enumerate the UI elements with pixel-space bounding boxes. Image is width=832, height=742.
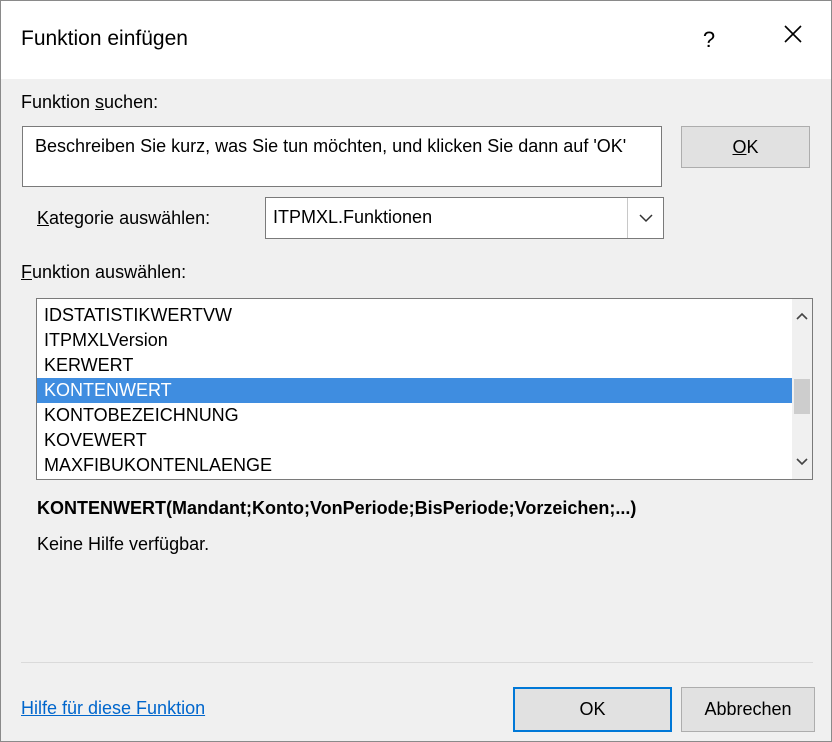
function-search-input[interactable]: Beschreiben Sie kurz, was Sie tun möchte… <box>22 126 662 187</box>
search-label-mnemonic: s <box>95 92 105 112</box>
chevron-down-icon <box>638 214 653 223</box>
title-bar: Funktion einfügen ? <box>1 1 831 79</box>
help-button[interactable]: ? <box>689 21 729 59</box>
chevron-down-icon <box>796 458 808 466</box>
function-list-label-mnemonic: F <box>21 262 32 282</box>
search-ok-rest: K <box>746 137 759 157</box>
category-label-mnemonic: K <box>37 208 50 228</box>
search-label-prefix: Funktion <box>21 92 96 112</box>
list-item-selected[interactable]: KONTENWERT <box>37 378 793 403</box>
search-label-suffix: uchen: <box>104 92 159 112</box>
close-icon <box>784 25 802 43</box>
function-listbox[interactable]: IDSTATISTIKWERTVW ITPMXLVersion KERWERT … <box>36 298 813 480</box>
category-dropdown-button[interactable] <box>627 198 663 238</box>
function-list-scrollbar[interactable] <box>792 299 812 479</box>
function-list-items: IDSTATISTIKWERTVW ITPMXLVersion KERWERT … <box>37 303 793 478</box>
category-selected-value: ITPMXL.Funktionen <box>273 207 433 227</box>
cancel-button[interactable]: Abbrechen <box>681 687 815 732</box>
search-ok-button[interactable]: OK <box>681 126 810 168</box>
list-item[interactable]: KERWERT <box>37 353 793 378</box>
chevron-up-icon <box>796 312 808 320</box>
close-button[interactable] <box>769 21 817 59</box>
list-item[interactable]: IDSTATISTIKWERTVW <box>37 303 793 328</box>
list-item[interactable]: KOVEWERT <box>37 428 793 453</box>
scroll-up-button[interactable] <box>792 299 812 333</box>
function-signature: KONTENWERT(Mandant;Konto;VonPeriode;BisP… <box>37 498 637 518</box>
category-select[interactable]: ITPMXL.Funktionen <box>265 197 664 239</box>
search-label: Funktion suchen: <box>21 92 158 113</box>
scroll-down-button[interactable] <box>792 445 812 479</box>
function-help-text: Keine Hilfe verfügbar. <box>37 534 210 554</box>
list-item[interactable]: KONTOBEZEICHNUNG <box>37 403 793 428</box>
category-label: Kategorie auswählen: <box>37 208 210 229</box>
function-list-label: Funktion auswählen: <box>21 262 186 283</box>
function-help-link[interactable]: Hilfe für diese Funktion <box>21 698 205 719</box>
category-label-rest: ategorie auswählen: <box>49 208 211 228</box>
list-item[interactable]: MAXFIBUKONTENLAENGE <box>37 453 793 478</box>
search-ok-mnemonic: O <box>732 137 747 157</box>
function-list-label-rest: unktion auswählen: <box>32 262 187 282</box>
scrollbar-thumb[interactable] <box>794 379 810 414</box>
insert-function-dialog: Funktion einfügen ? Funktion suchen: Bes… <box>0 0 832 742</box>
list-item[interactable]: ITPMXLVersion <box>37 328 793 353</box>
ok-button[interactable]: OK <box>513 687 672 732</box>
dialog-title: Funktion einfügen <box>21 27 188 50</box>
footer-divider <box>21 662 813 663</box>
